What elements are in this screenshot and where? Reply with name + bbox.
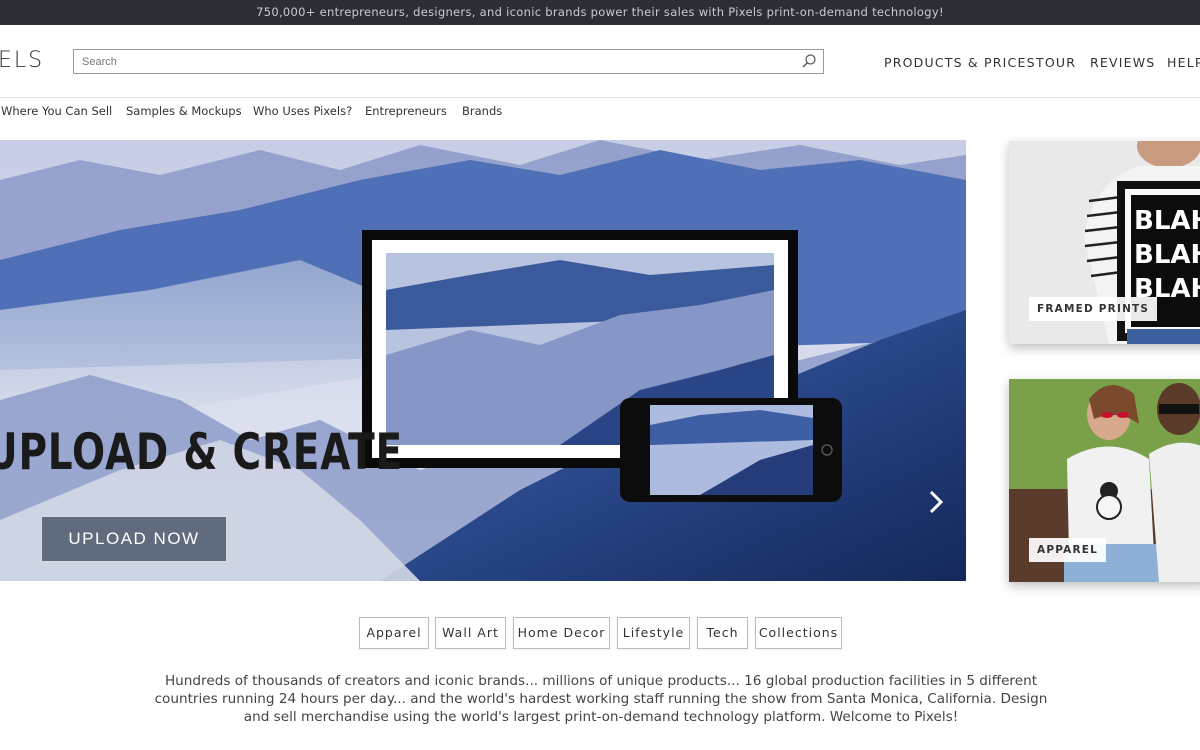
subnav-samples-mockups[interactable]: Samples & Mockups [126, 104, 242, 118]
search-input[interactable] [74, 50, 774, 74]
card-framed-prints[interactable]: BLAH BLAH BLAH FRAMED PRINTS [1009, 141, 1200, 344]
nav-products-prices[interactable]: PRODUCTS & PRICES [884, 55, 1036, 70]
search-box [73, 49, 824, 74]
hero-title: UPLOAD & CREATE [0, 423, 403, 481]
promo-bar: 750,000+ entrepreneurs, designers, and i… [0, 0, 1200, 25]
subnav-who-uses-pixels[interactable]: Who Uses Pixels? [253, 104, 352, 118]
art-text-2: BLAH [1134, 240, 1200, 270]
card-label-framed-prints: FRAMED PRINTS [1029, 297, 1158, 321]
art-text-1: BLAH [1134, 206, 1200, 236]
card-apparel[interactable]: APPAREL [1009, 379, 1200, 582]
subnav-brands[interactable]: Brands [462, 104, 502, 118]
site-header: ELS PRODUCTS & PRICES TOUR REVIEWS HELP [0, 25, 1200, 98]
hero-banner[interactable]: UPLOAD & CREATE UPLOAD NOW [0, 140, 966, 581]
category-collections[interactable]: Collections [755, 617, 842, 649]
nav-help[interactable]: HELP [1167, 55, 1200, 70]
subnav-where-you-can-sell[interactable]: Where You Can Sell [1, 104, 112, 118]
card-label-apparel: APPAREL [1029, 538, 1107, 562]
subnav-entrepreneurs[interactable]: Entrepreneurs [365, 104, 447, 118]
category-lifestyle[interactable]: Lifestyle [617, 617, 690, 649]
promo-text: 750,000+ entrepreneurs, designers, and i… [256, 5, 944, 19]
nav-tour[interactable]: TOUR [1036, 55, 1076, 70]
upload-now-button[interactable]: UPLOAD NOW [41, 516, 227, 562]
nav-reviews[interactable]: REVIEWS [1090, 55, 1155, 70]
chevron-right-icon[interactable] [926, 489, 946, 515]
sub-nav: Where You Can Sell Samples & Mockups Who… [0, 98, 1200, 140]
category-tech[interactable]: Tech [697, 617, 748, 649]
hero-mountain-image [0, 140, 966, 581]
intro-description: Hundreds of thousands of creators and ic… [154, 673, 1048, 725]
search-icon[interactable] [801, 53, 817, 69]
site-logo[interactable]: ELS [0, 48, 44, 73]
category-apparel[interactable]: Apparel [359, 617, 429, 649]
category-home-decor[interactable]: Home Decor [513, 617, 610, 649]
category-wall-art[interactable]: Wall Art [435, 617, 506, 649]
